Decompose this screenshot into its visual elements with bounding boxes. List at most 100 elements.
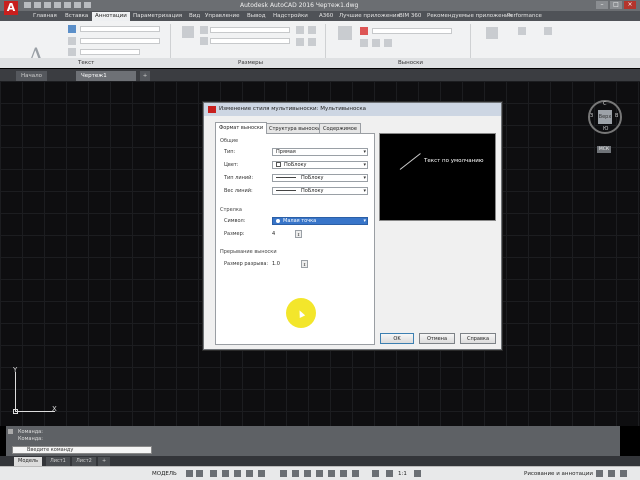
find-text-icon[interactable] — [68, 48, 76, 56]
dynamic-ucs-icon[interactable] — [328, 470, 335, 477]
annotation-scale[interactable]: 1:1 — [398, 470, 407, 478]
save-icon[interactable] — [44, 2, 51, 8]
close-command-line-icon[interactable] — [8, 429, 13, 434]
maximize-button[interactable]: □ — [610, 1, 622, 9]
find-text-field[interactable] — [80, 49, 140, 55]
lineweight-icon[interactable] — [280, 470, 287, 477]
break-size-spinner[interactable]: 1.0 ⇕ — [272, 260, 308, 268]
clean-screen-icon[interactable] — [608, 470, 615, 477]
redo-icon[interactable] — [84, 2, 91, 8]
new-tab-button[interactable]: + — [140, 71, 150, 81]
command-input[interactable]: Введите команду — [12, 446, 152, 454]
table-icon[interactable] — [486, 27, 498, 39]
tab-home[interactable]: Главная — [30, 12, 60, 21]
workspace-switch[interactable]: Рисование и аннотации — [524, 470, 593, 478]
print-icon[interactable] — [64, 2, 71, 8]
selection-filter-icon[interactable] — [340, 470, 347, 477]
panel-title-dimensions[interactable]: Размеры — [238, 60, 263, 66]
saveas-icon[interactable] — [54, 2, 61, 8]
leader-linetype-dropdown[interactable]: ПоБлоку ▾ — [272, 174, 368, 182]
tab-leader-format[interactable]: Формат выноски — [215, 122, 268, 134]
selection-cycling-icon[interactable] — [304, 470, 311, 477]
align-leader-icon[interactable] — [384, 39, 392, 47]
minimize-button[interactable]: – — [596, 1, 608, 9]
tab-recommended-apps[interactable]: Рекомендуемые приложения — [424, 12, 515, 21]
open-icon[interactable] — [34, 2, 41, 8]
cancel-button[interactable]: Отмена — [419, 333, 455, 344]
text-style-dropdown[interactable] — [80, 26, 160, 32]
tab-model[interactable]: Модель — [14, 457, 43, 466]
leader-lineweight-dropdown[interactable]: ПоБлоку ▾ — [272, 187, 368, 195]
panel-title-text[interactable]: Текст — [78, 60, 94, 66]
ortho-icon[interactable] — [210, 470, 217, 477]
viewcube-south[interactable]: Ю — [603, 126, 608, 132]
mleader-style-dropdown[interactable] — [372, 28, 452, 34]
viewcube[interactable]: Верх С Ю З В — [588, 100, 622, 134]
tab-performance[interactable]: Performance — [504, 12, 545, 21]
3d-osnap-icon[interactable] — [316, 470, 323, 477]
viewcube-east[interactable]: В — [615, 113, 618, 119]
tab-layout2[interactable]: Лист2 — [72, 457, 96, 466]
tab-addins[interactable]: Надстройки — [270, 12, 311, 21]
text-height-dropdown[interactable] — [80, 38, 160, 44]
text-style-icon[interactable] — [68, 25, 76, 33]
isodraft-icon[interactable] — [234, 470, 241, 477]
tab-annotate[interactable]: Аннотации — [92, 12, 130, 21]
mleader-style-icon[interactable] — [360, 27, 368, 35]
leader-color-dropdown[interactable]: ПоБлоку ▾ — [272, 161, 368, 169]
isolate-objects-icon[interactable] — [596, 470, 603, 477]
remove-leader-icon[interactable] — [372, 39, 380, 47]
baseline-dim-icon[interactable] — [308, 26, 316, 34]
markup-icon[interactable] — [518, 27, 526, 35]
viewcube-top-face[interactable]: Верх — [598, 110, 612, 124]
grid-icon[interactable] — [186, 470, 193, 477]
help-button[interactable]: Справка — [460, 333, 496, 344]
multileader-icon[interactable] — [338, 26, 352, 40]
dim-style-icon[interactable] — [200, 26, 208, 34]
gear-icon[interactable] — [414, 470, 421, 477]
viewcube-west[interactable]: З — [590, 113, 593, 119]
annotation-visibility-icon[interactable] — [372, 470, 379, 477]
new-icon[interactable] — [24, 2, 31, 8]
arrow-size-spinner[interactable]: 4 ⇕ — [272, 230, 302, 238]
tab-bim360[interactable]: BIM 360 — [396, 12, 424, 21]
continue-dim-icon[interactable] — [296, 38, 304, 46]
tab-layout1[interactable]: Лист1 — [46, 457, 70, 466]
tab-manage[interactable]: Управление — [202, 12, 243, 21]
text-height-icon[interactable] — [68, 37, 76, 45]
tab-view[interactable]: Вид — [186, 12, 203, 21]
dim-style-dropdown[interactable] — [210, 27, 290, 33]
ok-button[interactable]: OK — [380, 333, 414, 344]
polar-icon[interactable] — [222, 470, 229, 477]
annotation-scale-icon[interactable] — [544, 27, 552, 35]
dim-layer-dropdown[interactable] — [210, 38, 290, 44]
tab-output[interactable]: Вывод — [244, 12, 269, 21]
autocad-logo-icon[interactable]: A — [4, 1, 18, 15]
snap-icon[interactable] — [196, 470, 203, 477]
tab-parametric[interactable]: Параметризация — [130, 12, 185, 21]
adjust-space-icon[interactable] — [308, 38, 316, 46]
model-space-toggle[interactable]: МОДЕЛЬ — [152, 470, 177, 478]
object-snap-icon[interactable] — [258, 470, 265, 477]
spinner-arrows-icon[interactable]: ⇕ — [295, 230, 302, 238]
new-layout-button[interactable]: + — [98, 457, 111, 466]
file-tab-drawing1[interactable]: Чертеж1 — [76, 71, 136, 81]
arrowhead-symbol-dropdown[interactable]: Малая точка ▾ — [272, 217, 368, 225]
undo-icon[interactable] — [74, 2, 81, 8]
file-tab-start[interactable]: Начало — [16, 71, 48, 81]
gizmo-icon[interactable] — [352, 470, 359, 477]
tab-featured-apps[interactable]: Лучшие приложения — [336, 12, 403, 21]
dim-layer-icon[interactable] — [200, 37, 208, 45]
add-leader-icon[interactable] — [360, 39, 368, 47]
wcs-menu[interactable]: МСК — [597, 146, 611, 153]
spinner-arrows-icon[interactable]: ⇕ — [301, 260, 308, 268]
close-button[interactable]: × — [624, 1, 636, 9]
tab-insert[interactable]: Вставка — [62, 12, 91, 21]
auto-scale-icon[interactable] — [386, 470, 393, 477]
transparency-icon[interactable] — [292, 470, 299, 477]
quick-dim-icon[interactable] — [296, 26, 304, 34]
panel-title-leaders[interactable]: Выноски — [398, 60, 423, 66]
dimension-icon[interactable] — [182, 26, 194, 38]
customization-menu-icon[interactable] — [620, 470, 627, 477]
leader-type-dropdown[interactable]: Прямая ▾ — [272, 148, 368, 156]
